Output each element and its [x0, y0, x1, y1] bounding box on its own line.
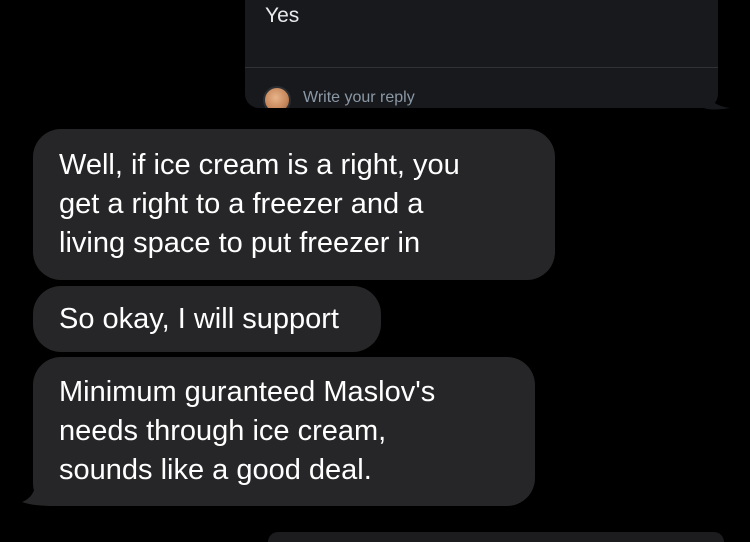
- message-bubble[interactable]: So okay, I will support: [33, 286, 381, 352]
- card-answer-text: Yes: [265, 4, 300, 27]
- bubble-tail-left: [22, 478, 54, 506]
- message-bubble[interactable]: Well, if ice cream is a right, you get a…: [33, 129, 555, 280]
- card-divider: [245, 67, 718, 68]
- bubble-tail-right: [704, 86, 730, 110]
- shared-link-card[interactable]: Yes Write your reply: [245, 0, 718, 108]
- avatar: [263, 86, 291, 108]
- reply-row[interactable]: Write your reply: [263, 86, 693, 108]
- next-card-peek: [268, 532, 724, 542]
- reply-placeholder[interactable]: Write your reply: [303, 89, 415, 107]
- message-bubble[interactable]: Minimum guranteed Maslov's needs through…: [33, 357, 535, 506]
